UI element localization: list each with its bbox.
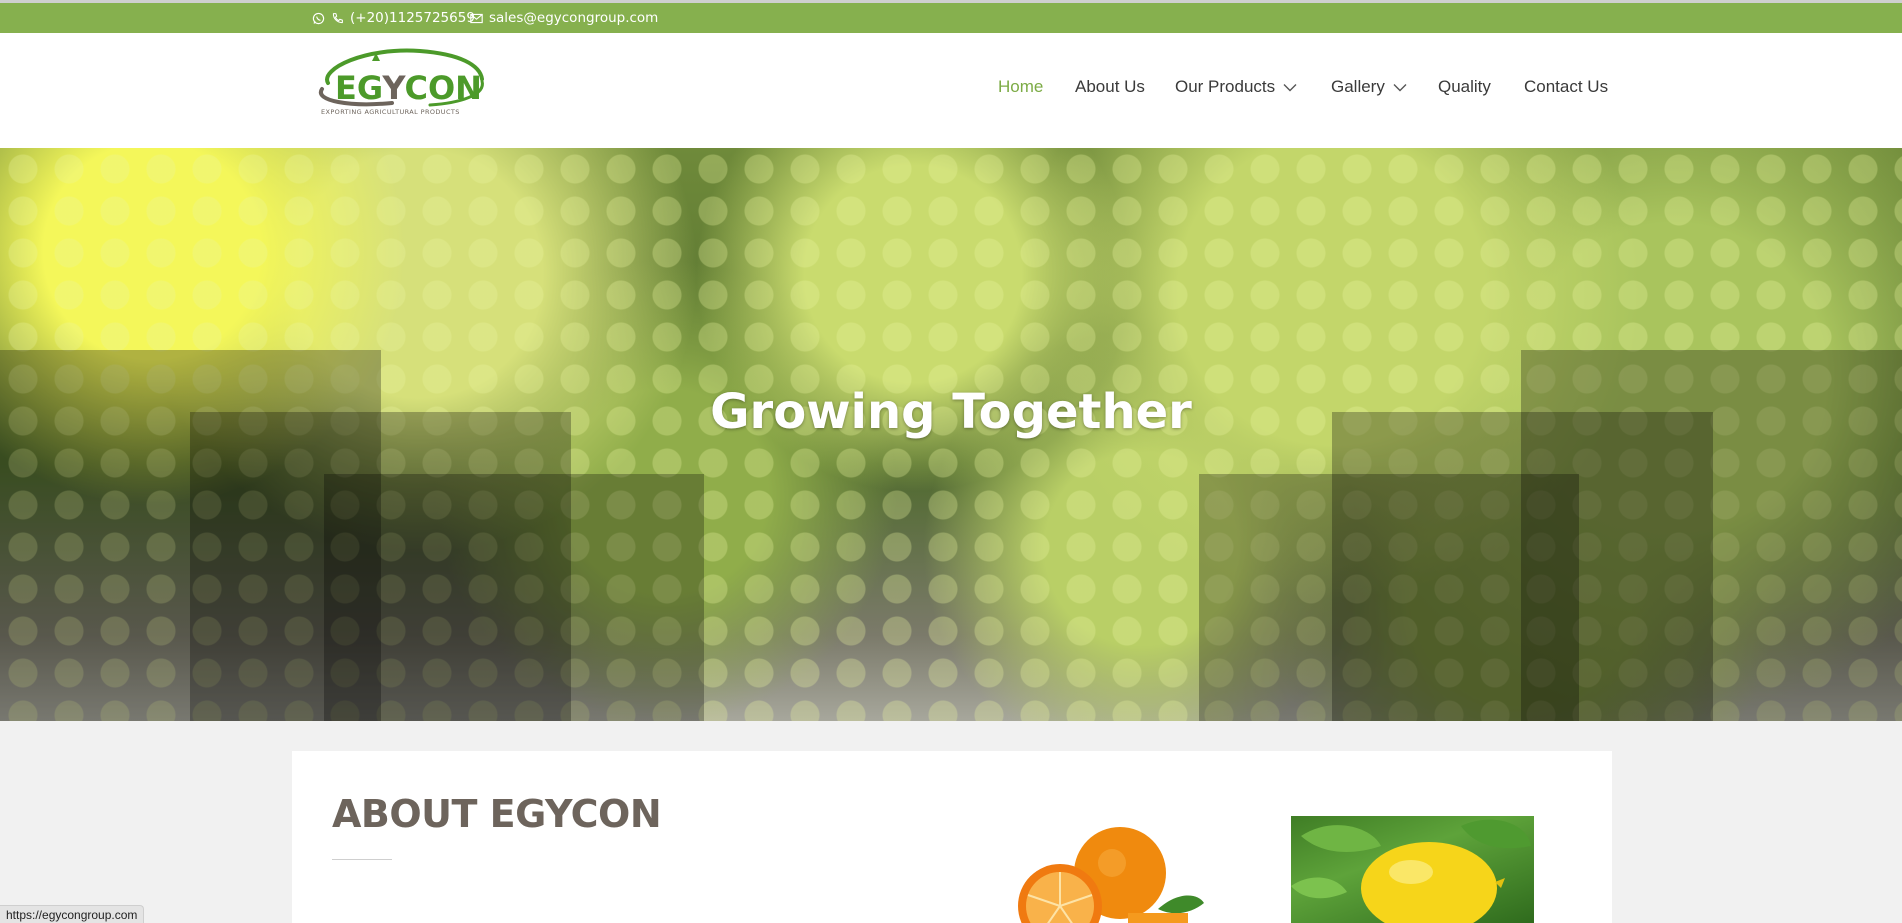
nav-gallery[interactable]: Gallery bbox=[1331, 77, 1407, 97]
email-address: sales@egycongroup.com bbox=[489, 10, 659, 26]
whatsapp-icon bbox=[312, 12, 325, 25]
nav-gallery-label: Gallery bbox=[1331, 77, 1385, 96]
chevron-down-icon bbox=[1393, 83, 1407, 92]
phone-icon bbox=[331, 12, 344, 25]
hero-title: Growing Together bbox=[710, 384, 1192, 440]
oranges-image bbox=[1008, 821, 1238, 923]
logo-tagline: EXPORTING AGRICULTURAL PRODUCTS bbox=[321, 108, 460, 116]
egycon-logo[interactable]: EGYCON EXPORTING AGRICULTURAL PRODUCTS bbox=[310, 45, 505, 125]
nav-home-label: Home bbox=[998, 77, 1044, 96]
nav-products-label: Our Products bbox=[1175, 77, 1276, 96]
top-contact-bar: (+20)1125725659 sales@egycongroup.com bbox=[0, 3, 1902, 33]
phone-number: (+20)1125725659 bbox=[350, 10, 475, 26]
nav-about-us[interactable]: About Us bbox=[1075, 77, 1145, 97]
logo-wordmark: EGYCON bbox=[335, 69, 482, 107]
about-section: ABOUT EGYCON bbox=[292, 751, 1612, 923]
title-divider bbox=[332, 859, 392, 860]
site-header: EGYCON EXPORTING AGRICULTURAL PRODUCTS bbox=[0, 33, 1902, 148]
lemon-image bbox=[1291, 816, 1534, 923]
nav-home[interactable]: Home bbox=[998, 77, 1043, 97]
nav-our-products[interactable]: Our Products bbox=[1175, 77, 1297, 97]
nav-quality-label: Quality bbox=[1438, 77, 1491, 96]
chevron-down-icon bbox=[1283, 83, 1297, 92]
about-title: ABOUT EGYCON bbox=[332, 792, 662, 836]
browser-status-url: https://egycongroup.com bbox=[0, 905, 145, 923]
nav-about-label: About Us bbox=[1075, 77, 1145, 96]
hero-banner: Growing Together bbox=[0, 148, 1902, 721]
nav-contact-us[interactable]: Contact Us bbox=[1524, 77, 1608, 97]
hero-shade-block bbox=[1199, 474, 1579, 721]
nav-quality[interactable]: Quality bbox=[1438, 77, 1491, 97]
hero-shade-block bbox=[324, 474, 704, 721]
phone-contact[interactable]: (+20)1125725659 bbox=[312, 3, 475, 33]
email-contact[interactable]: sales@egycongroup.com bbox=[470, 3, 658, 33]
envelope-icon bbox=[470, 13, 483, 24]
nav-contact-label: Contact Us bbox=[1524, 77, 1609, 96]
